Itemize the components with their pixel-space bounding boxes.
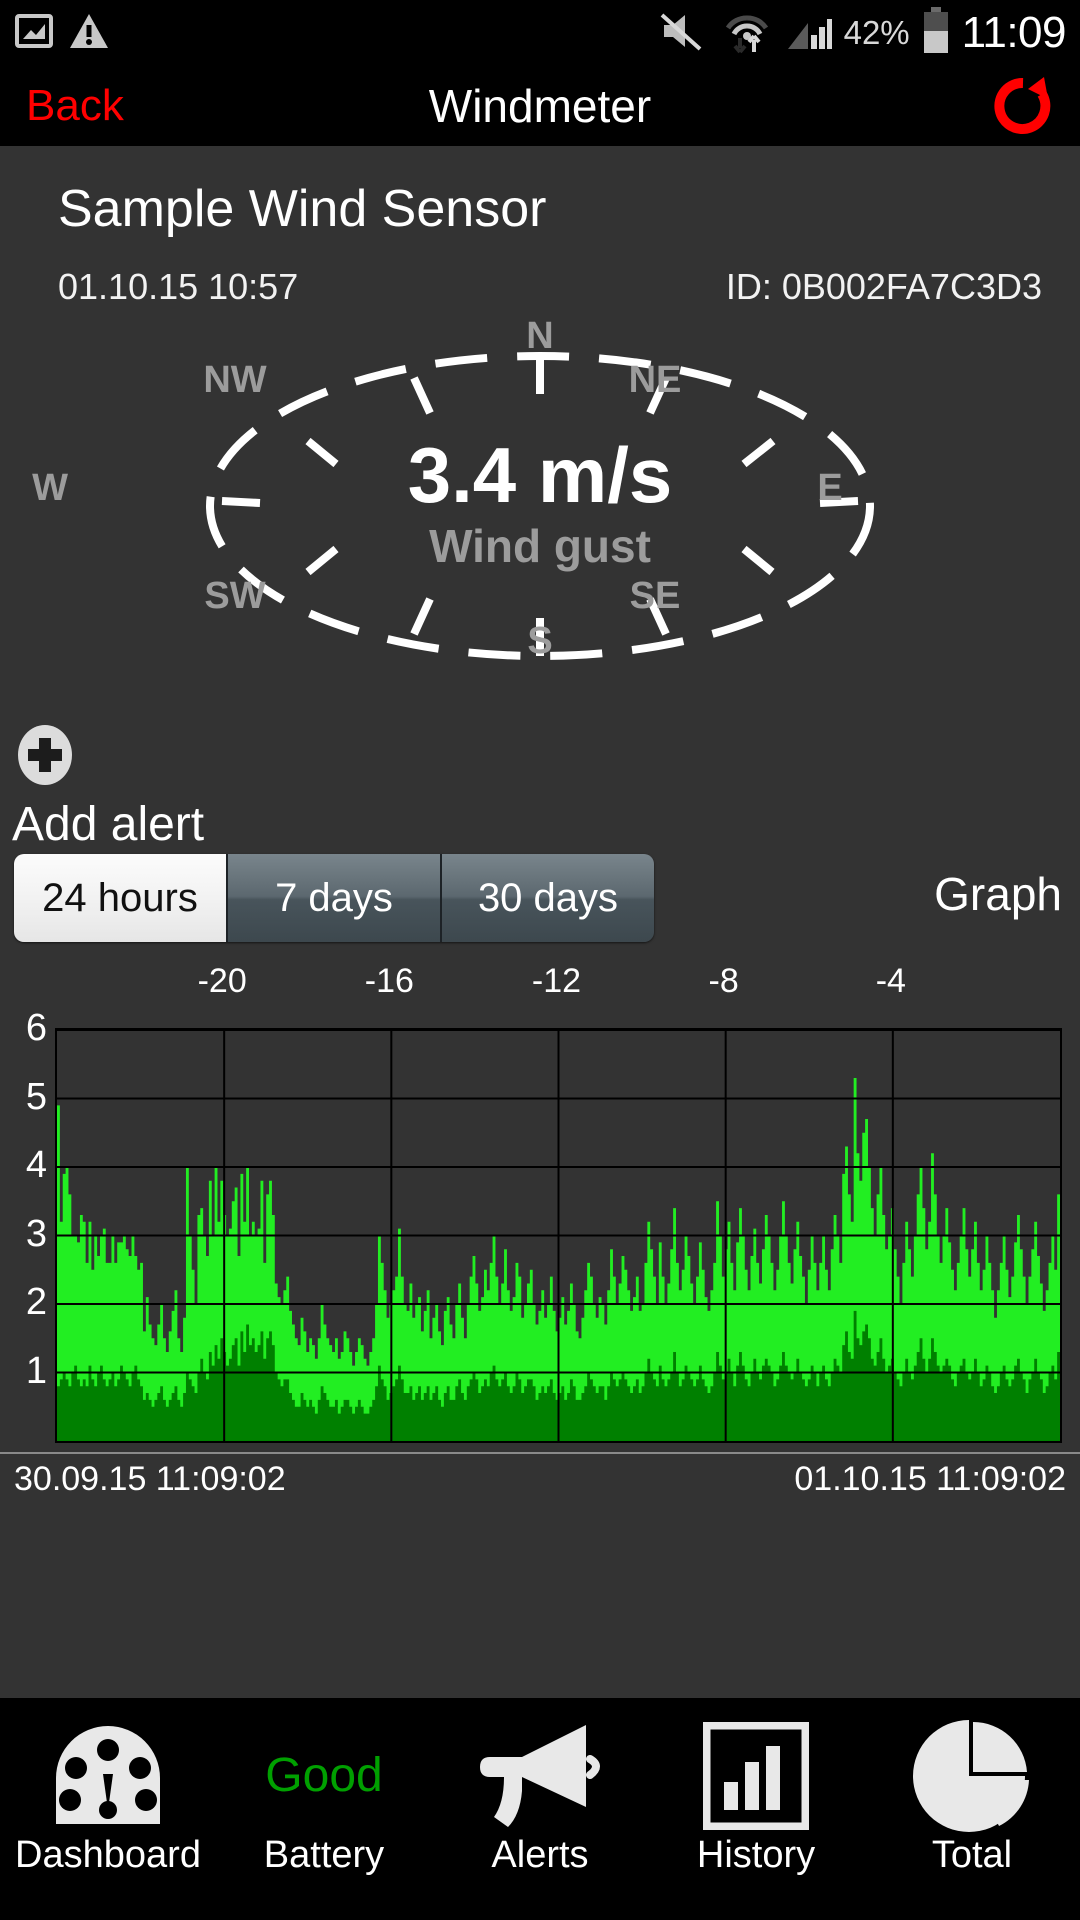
gauge-icon	[54, 1720, 162, 1832]
status-bar: 42% 11:09	[0, 0, 1080, 66]
chart-x-tick: -12	[531, 962, 582, 1000]
back-button[interactable]: Back	[26, 83, 124, 129]
pie-chart-icon	[913, 1720, 1031, 1832]
tab-label-dashboard: Dashboard	[15, 1834, 201, 1876]
segment-30-days[interactable]: 30 days	[442, 854, 654, 942]
chart-plot-area[interactable]	[55, 1028, 1062, 1443]
chart-x-axis: -20 -16 -12 -8 -4	[0, 952, 1080, 1028]
wind-speed-caption: Wind gust	[429, 520, 651, 572]
range-control-row: 24 hours 7 days 30 days Graph	[0, 854, 1080, 950]
navigation-bar: Back Windmeter	[0, 66, 1080, 146]
wifi-icon	[722, 8, 772, 59]
add-alert-section[interactable]: Add alert	[0, 724, 1080, 864]
chart-y-axis: 1 2 3 4 5 6	[0, 1008, 55, 1442]
chart-y-tick: 4	[25, 1144, 47, 1186]
app-root: 42% 11:09 Back Windmeter Sample Wind Sen…	[0, 0, 1080, 1920]
tab-battery[interactable]: Good Battery	[216, 1698, 432, 1920]
chart-y-tick: 2	[25, 1281, 47, 1323]
sensor-timestamp: 01.10.15 10:57	[58, 266, 299, 307]
battery-icon	[922, 6, 950, 60]
image-icon	[14, 11, 54, 56]
tab-alerts[interactable]: Alerts	[432, 1698, 648, 1920]
tab-dashboard[interactable]: Dashboard	[0, 1698, 216, 1920]
sensor-id: ID: 0B002FA7C3D3	[725, 266, 1042, 307]
segment-7-days[interactable]: 7 days	[228, 854, 442, 942]
compass-label-n: N	[526, 315, 554, 357]
tab-label-history: History	[696, 1834, 816, 1876]
compass-label-sw: SW	[204, 575, 266, 617]
bottom-tab-bar: Dashboard Good Battery Alerts History To…	[0, 1698, 1080, 1920]
wind-compass: N NE E SE S SW W NW 3.4 m/s Wind gust	[0, 316, 1080, 726]
status-bar-left-icons	[14, 11, 110, 56]
tab-total[interactable]: Total	[864, 1698, 1080, 1920]
plus-circle-icon[interactable]	[14, 724, 76, 786]
chart-x-tick: -4	[875, 962, 906, 1000]
chart-y-tick: 1	[25, 1349, 47, 1392]
sensor-name: Sample Wind Sensor	[58, 180, 547, 238]
chart-x-tick: -16	[364, 962, 414, 1000]
tab-history[interactable]: History	[648, 1698, 864, 1920]
chart-timestamps: 30.09.15 11:09:02 01.10.15 11:09:02	[0, 1452, 1080, 1502]
chart-y-tick: 3	[25, 1212, 47, 1255]
status-bar-right-icons: 42% 11:09	[658, 6, 1067, 60]
bar-chart-icon	[703, 1720, 809, 1832]
graph-label: Graph	[934, 868, 1062, 920]
page-title: Windmeter	[428, 80, 652, 132]
battery-status-text: Good	[265, 1720, 382, 1832]
compass-label-nw: NW	[203, 359, 267, 401]
wind-history-chart: -20 -16 -12 -8 -4 1 2 3 4 5 6 30.09.15 11:09:02 0…	[0, 952, 1080, 1698]
chart-x-tick: -8	[708, 962, 739, 1000]
segment-24-hours[interactable]: 24 hours	[14, 854, 228, 942]
warning-icon	[68, 11, 110, 56]
mute-icon	[658, 9, 710, 58]
main-content: Sample Wind Sensor 01.10.15 10:57 ID: 0B…	[0, 146, 1080, 1698]
range-segmented-control[interactable]: 24 hours 7 days 30 days	[14, 854, 654, 942]
chart-y-tick: 5	[25, 1075, 47, 1118]
refresh-icon[interactable]	[992, 75, 1054, 137]
sensor-meta-row: 01.10.15 10:57 ID: 0B002FA7C3D3	[0, 266, 1080, 312]
compass-label-ne: NE	[628, 359, 682, 401]
tab-label-total: Total	[931, 1834, 1013, 1876]
signal-icon	[784, 9, 832, 58]
tab-label-alerts: Alerts	[491, 1834, 589, 1876]
chart-x-tick: -20	[197, 962, 247, 1000]
chart-end-time: 01.10.15 11:09:02	[794, 1460, 1066, 1498]
wind-speed-value: 3.4 m/s	[407, 431, 673, 519]
status-bar-clock: 11:09	[961, 8, 1067, 57]
compass-label-se: SE	[629, 575, 681, 617]
add-alert-label[interactable]: Add alert	[12, 798, 204, 852]
battery-status-value: Good	[265, 1749, 383, 1802]
battery-percent: 42%	[843, 14, 910, 51]
tab-label-battery: Battery	[263, 1834, 385, 1876]
chart-start-time: 30.09.15 11:09:02	[14, 1460, 286, 1498]
compass-label-s: S	[527, 620, 553, 662]
megaphone-icon	[474, 1720, 606, 1832]
chart-y-tick: 6	[25, 1007, 47, 1049]
